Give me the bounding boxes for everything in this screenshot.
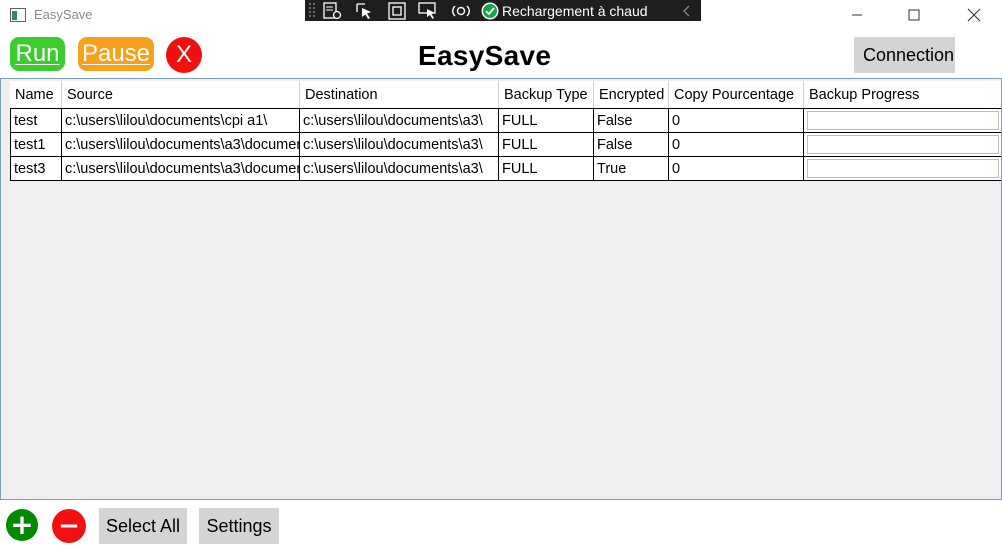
- window-title: EasySave: [34, 7, 93, 22]
- column-header-destination[interactable]: Destination: [300, 81, 499, 108]
- maximize-icon: [908, 9, 920, 21]
- cell-name[interactable]: test1: [10, 133, 62, 156]
- cell-destination[interactable]: c:\users\lilou\documents\a3\: [300, 157, 499, 180]
- cell-destination[interactable]: c:\users\lilou\documents\a3\: [300, 109, 499, 132]
- live-visual-tree-button[interactable]: [317, 0, 349, 21]
- cell-backup-progress: [804, 109, 1001, 132]
- minus-icon: −: [58, 511, 80, 541]
- table-row[interactable]: test3 c:\users\lilou\documents\a3\docume…: [10, 156, 1001, 181]
- cell-encrypted[interactable]: False: [594, 133, 669, 156]
- collapse-toolbar-icon[interactable]: [683, 5, 691, 17]
- cell-backup-progress: [804, 133, 1001, 156]
- xaml-runtime-toolbar: Rechargement à chaud: [305, 0, 701, 21]
- close-icon: [967, 8, 981, 22]
- maximize-button[interactable]: [891, 0, 937, 30]
- drag-grip-icon[interactable]: [307, 0, 317, 21]
- cell-copy-percentage[interactable]: 0: [669, 109, 804, 132]
- backup-progress-bar: [807, 111, 999, 130]
- grid-rows: test c:\users\lilou\documents\cpi a1\ c:…: [10, 108, 1001, 181]
- minimize-button[interactable]: [834, 0, 880, 30]
- cell-source[interactable]: c:\users\lilou\documents\a3\documents: [62, 133, 300, 156]
- hot-reload-status[interactable]: Rechargement à chaud: [481, 2, 648, 20]
- run-button[interactable]: Run: [10, 37, 65, 71]
- pause-button[interactable]: Pause: [78, 37, 154, 71]
- minimize-icon: [852, 14, 862, 16]
- track-focused-element-button[interactable]: [413, 0, 445, 21]
- cell-backup-type[interactable]: FULL: [499, 157, 594, 180]
- cell-backup-progress: [804, 157, 1001, 180]
- hot-reload-label: Rechargement à chaud: [502, 2, 648, 19]
- connection-button[interactable]: Connection: [854, 37, 955, 73]
- column-header-backup-progress[interactable]: Backup Progress: [804, 81, 1001, 108]
- settings-button[interactable]: Settings: [199, 508, 279, 544]
- backup-progress-bar: [807, 135, 999, 154]
- check-circle-icon: [481, 2, 499, 19]
- close-button[interactable]: [951, 0, 997, 30]
- cell-copy-percentage[interactable]: 0: [669, 157, 804, 180]
- display-layout-adorners-icon: [388, 1, 406, 20]
- column-header-encrypted[interactable]: Encrypted: [594, 81, 669, 108]
- cell-name[interactable]: test3: [10, 157, 62, 180]
- cell-destination[interactable]: c:\users\lilou\documents\a3\: [300, 133, 499, 156]
- live-visual-tree-icon: [323, 1, 342, 19]
- cell-backup-type[interactable]: FULL: [499, 109, 594, 132]
- add-job-button[interactable]: +: [6, 509, 38, 541]
- backup-progress-bar: [807, 159, 999, 178]
- app-window-icon: [10, 8, 26, 22]
- binding-failures-button[interactable]: [445, 0, 477, 21]
- column-header-backup-type[interactable]: Backup Type: [499, 81, 594, 108]
- cell-source[interactable]: c:\users\lilou\documents\cpi a1\: [62, 109, 300, 132]
- select-element-icon: [356, 2, 371, 19]
- column-header-copy-percentage[interactable]: Copy Pourcentage: [669, 81, 804, 108]
- column-header-source[interactable]: Source: [62, 81, 300, 108]
- cell-name[interactable]: test: [10, 109, 62, 132]
- column-header-name[interactable]: Name: [10, 81, 62, 108]
- cell-backup-type[interactable]: FULL: [499, 133, 594, 156]
- track-focused-element-icon: [418, 1, 436, 19]
- plus-icon: +: [10, 508, 34, 541]
- display-layout-adorners-button[interactable]: [381, 0, 413, 21]
- cell-source[interactable]: c:\users\lilou\documents\a3\documents: [62, 157, 300, 180]
- binding-failures-icon: [452, 5, 470, 16]
- cell-copy-percentage[interactable]: 0: [669, 133, 804, 156]
- grid-header: Name Source Destination Backup Type Encr…: [10, 81, 1001, 108]
- stop-button[interactable]: X: [166, 37, 202, 73]
- select-element-button[interactable]: [349, 0, 381, 21]
- table-row[interactable]: test c:\users\lilou\documents\cpi a1\ c:…: [10, 108, 1001, 132]
- table-row[interactable]: test1 c:\users\lilou\documents\a3\docume…: [10, 132, 1001, 156]
- select-all-button[interactable]: Select All: [99, 508, 187, 544]
- cell-encrypted[interactable]: False: [594, 109, 669, 132]
- backup-jobs-grid[interactable]: Name Source Destination Backup Type Encr…: [0, 78, 1002, 500]
- cell-encrypted[interactable]: True: [594, 157, 669, 180]
- remove-job-button[interactable]: −: [52, 509, 86, 543]
- app-title: EasySave: [418, 40, 552, 71]
